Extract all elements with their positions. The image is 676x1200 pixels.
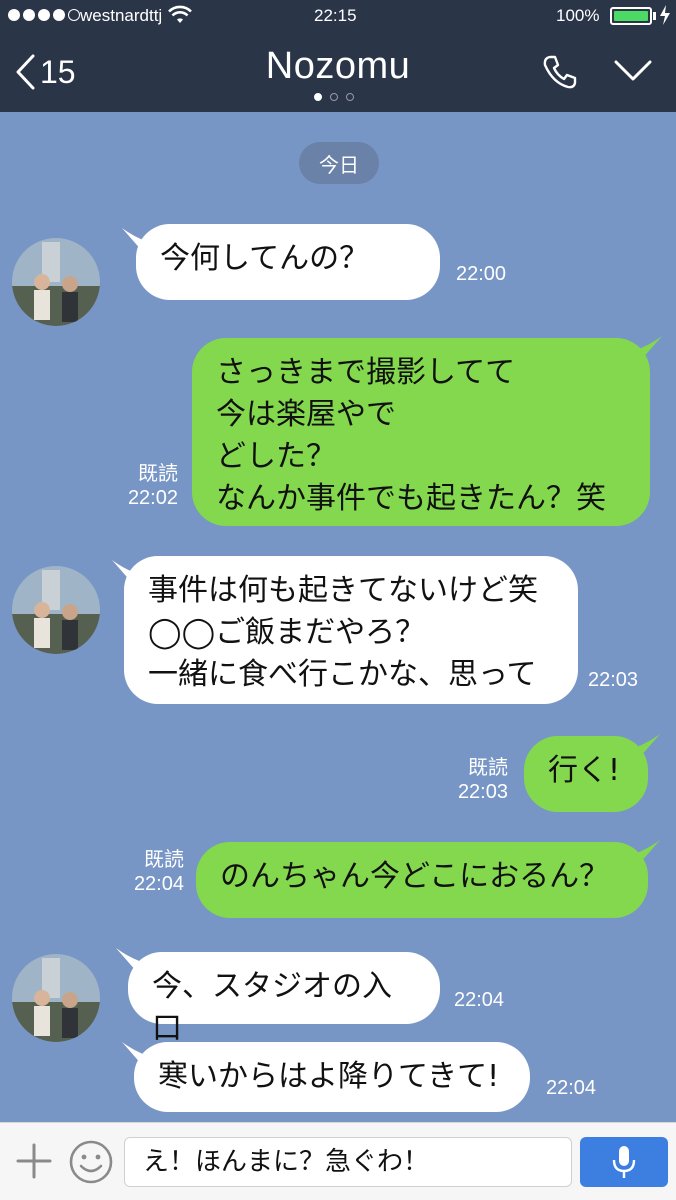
message-bubble-incoming[interactable]: 今何してんの？: [136, 224, 440, 300]
read-receipt: 既読: [138, 463, 178, 485]
top-header: westnardttj 22:15 100% 15 Nozomu: [0, 0, 676, 112]
emoji-icon[interactable]: [68, 1139, 114, 1189]
page-dot: [346, 93, 354, 101]
avatar[interactable]: [12, 954, 100, 1042]
carrier-name: westnardttj: [80, 6, 163, 25]
charging-icon: [658, 4, 672, 31]
battery-tip: [653, 12, 656, 20]
avatar-photo: [12, 238, 100, 326]
avatar-photo: [12, 566, 100, 654]
message-meta: 既読 22:03: [440, 756, 508, 804]
message-bubble-incoming[interactable]: 寒いからはよ降りてきて!: [134, 1042, 530, 1112]
message-bubble-incoming[interactable]: 事件は何も起きてないけど笑 ◯◯ご飯まだやろ？ 一緒に食べ行こかな、思って: [124, 556, 578, 704]
status-bar: westnardttj 22:15 100%: [0, 0, 676, 32]
plus-icon[interactable]: [14, 1141, 54, 1185]
status-clock: 22:15: [314, 6, 357, 25]
battery-percent: 100%: [556, 6, 600, 25]
bubble-tail: [624, 336, 662, 368]
page-dot: [314, 93, 322, 101]
message-meta: 22:03: [588, 668, 638, 692]
call-icon[interactable]: [540, 52, 580, 96]
bubble-tail: [622, 840, 660, 872]
battery-icon: [610, 7, 652, 25]
message-time: 22:04: [546, 1077, 597, 1099]
page-dot: [330, 93, 338, 101]
chat-area[interactable]: 今日 今何してんの？ 22:00 既読 22:02 さっきまで撮影してて 今は楽…: [0, 112, 676, 1122]
date-separator: 今日: [299, 142, 379, 184]
message-time: 22:03: [457, 781, 508, 803]
message-input[interactable]: え！ほんまに？急ぐわ！: [124, 1137, 572, 1187]
message-meta: 22:04: [454, 988, 504, 1012]
message-time: 22:04: [454, 989, 505, 1011]
message-bubble-outgoing[interactable]: のんちゃん今どこにおるん？: [196, 842, 648, 918]
message-bubble-incoming[interactable]: 今、スタジオの入口: [128, 952, 440, 1046]
message-time: 22:03: [588, 669, 639, 691]
avatar-photo: [12, 954, 100, 1042]
message-time: 22:04: [133, 873, 184, 895]
message-time: 22:00: [456, 263, 507, 285]
message-meta: 既読 22:04: [116, 848, 184, 896]
wifi-icon: [168, 5, 192, 30]
message-input-bar: え！ほんまに？急ぐわ！: [0, 1122, 676, 1200]
message-bubble-outgoing[interactable]: さっきまで撮影してて 今は楽屋やで どした？ なんか事件でも起きたん？笑: [192, 338, 650, 526]
microphone-icon: [612, 1146, 636, 1178]
chevron-down-icon[interactable]: [613, 58, 653, 88]
message-meta: 22:04: [546, 1076, 596, 1100]
avatar[interactable]: [12, 566, 100, 654]
message-time: 22:02: [127, 487, 178, 509]
message-meta: 22:00: [456, 262, 506, 286]
bubble-tail: [622, 734, 660, 766]
read-receipt: 既読: [468, 757, 508, 779]
navigation-bar: 15 Nozomu: [0, 32, 676, 112]
message-meta: 既読 22:02: [110, 462, 178, 510]
page-indicator: [314, 93, 354, 101]
avatar[interactable]: [12, 238, 100, 326]
read-receipt: 既読: [144, 849, 184, 871]
signal-strength-icon: [8, 9, 80, 21]
voice-button[interactable]: [580, 1137, 668, 1187]
